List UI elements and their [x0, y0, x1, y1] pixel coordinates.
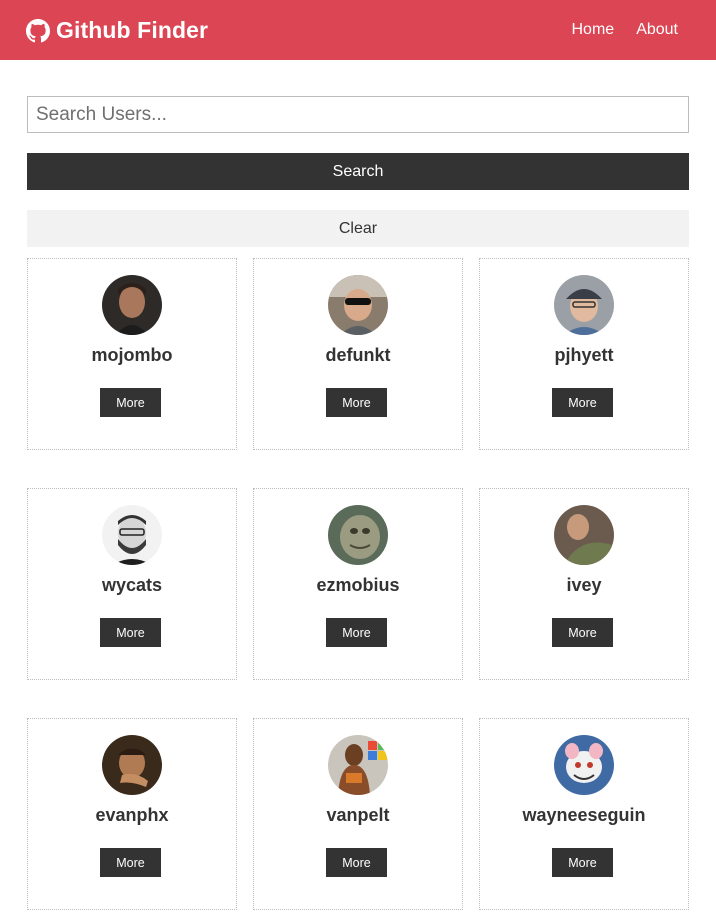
avatar: [102, 505, 162, 565]
username: ezmobius: [316, 575, 400, 595]
more-button[interactable]: More: [552, 388, 613, 417]
user-card: ezmobius More: [253, 488, 463, 680]
nav-link-about[interactable]: About: [636, 21, 678, 39]
search-button[interactable]: Search: [27, 153, 689, 190]
avatar: [328, 735, 388, 795]
user-card: evanphx More: [27, 718, 237, 910]
username: mojombo: [91, 345, 173, 365]
more-button[interactable]: More: [552, 848, 613, 877]
nav-links: Home About: [550, 0, 679, 60]
user-card: wycats More: [27, 488, 237, 680]
avatar: [554, 735, 614, 795]
avatar: [328, 505, 388, 565]
brand[interactable]: Github Finder: [26, 17, 208, 44]
clear-button[interactable]: Clear: [27, 210, 689, 247]
more-button[interactable]: More: [100, 848, 161, 877]
avatar: [554, 275, 614, 335]
more-button[interactable]: More: [326, 388, 387, 417]
username: defunkt: [325, 345, 391, 365]
user-card: defunkt More: [253, 258, 463, 450]
user-card: vanpelt More: [253, 718, 463, 910]
user-card: ivey More: [479, 488, 689, 680]
more-button[interactable]: More: [100, 618, 161, 647]
avatar: [102, 275, 162, 335]
more-button[interactable]: More: [326, 618, 387, 647]
user-card: pjhyett More: [479, 258, 689, 450]
github-icon: [26, 18, 50, 43]
more-button[interactable]: More: [326, 848, 387, 877]
avatar: [102, 735, 162, 795]
nav-link-home[interactable]: Home: [572, 21, 615, 39]
username: evanphx: [95, 805, 169, 825]
username: vanpelt: [326, 805, 390, 825]
more-button[interactable]: More: [100, 388, 161, 417]
avatar: [554, 505, 614, 565]
avatar: [328, 275, 388, 335]
search-input[interactable]: [27, 96, 689, 133]
brand-title: Github Finder: [56, 17, 209, 43]
user-card: mojombo More: [27, 258, 237, 450]
username: ivey: [566, 575, 602, 595]
navbar: Github Finder Home About: [0, 0, 716, 60]
username: wycats: [101, 575, 163, 595]
username: pjhyett: [554, 345, 614, 365]
user-card: wayneeseguin More: [479, 718, 689, 910]
more-button[interactable]: More: [552, 618, 613, 647]
username: wayneeseguin: [522, 805, 646, 825]
